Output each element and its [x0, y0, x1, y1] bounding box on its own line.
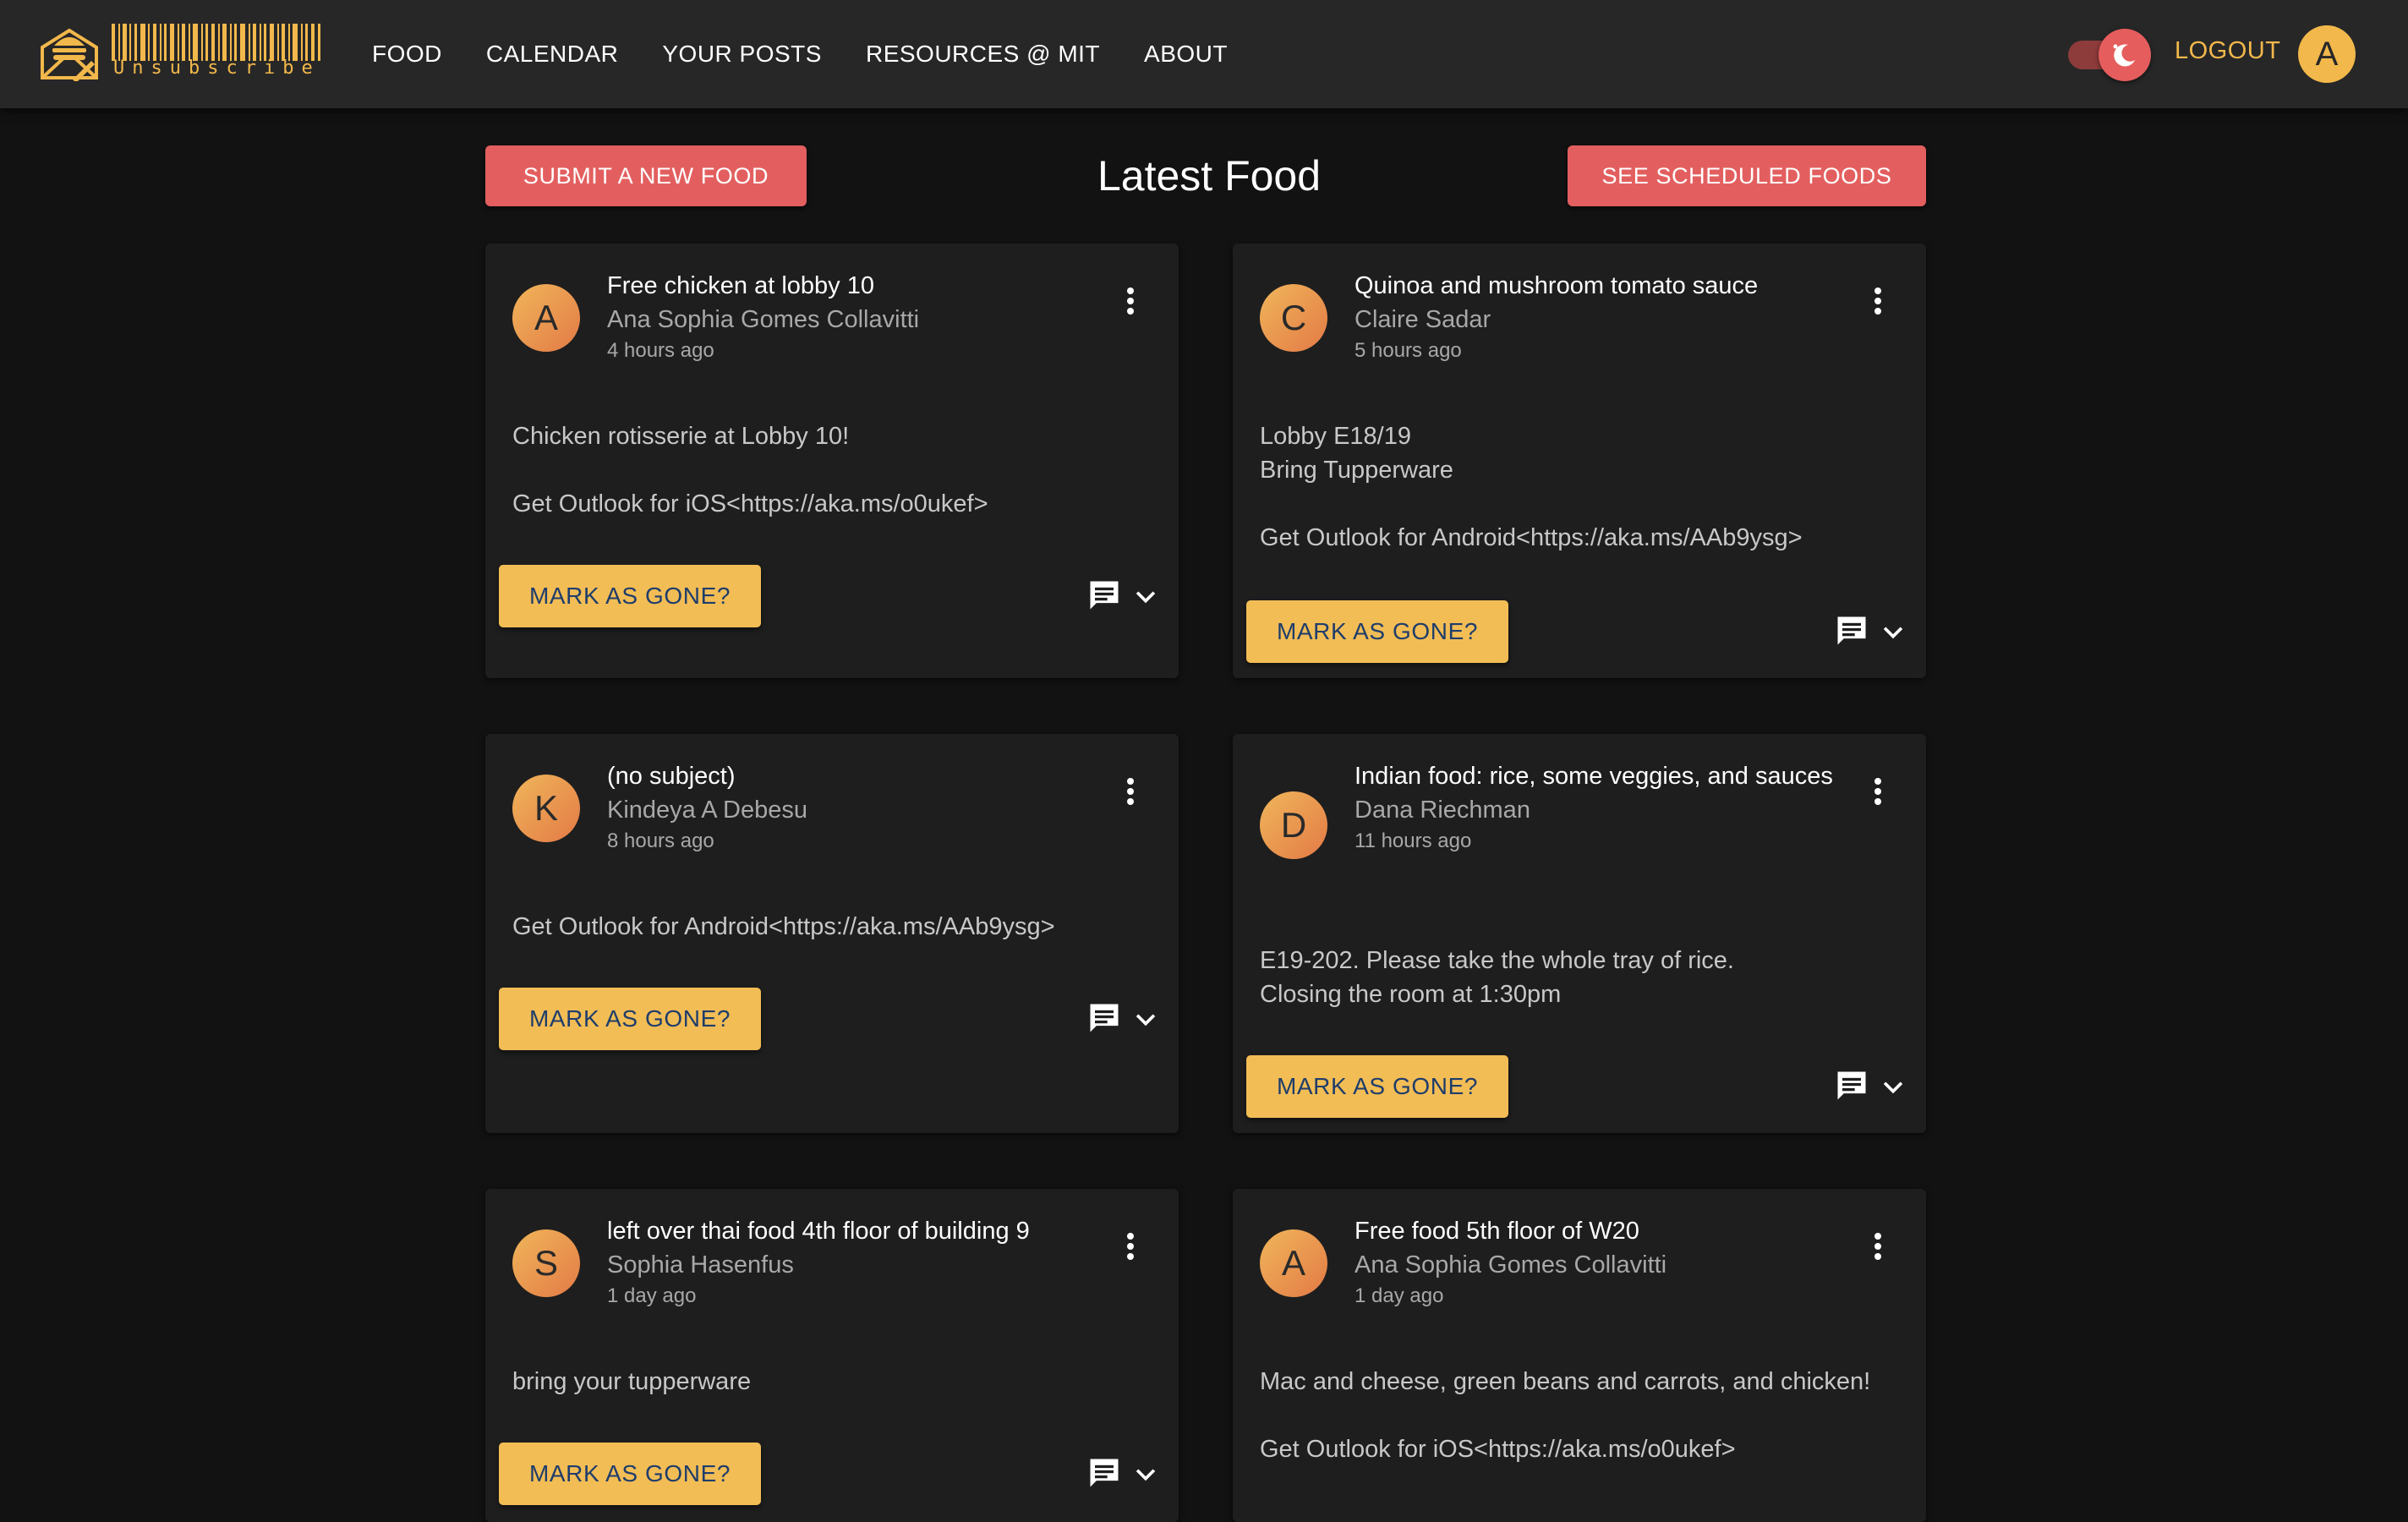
post-body-line: Chicken rotisserie at Lobby 10!: [512, 423, 850, 450]
food-post-card: A Free chicken at lobby 10 Ana Sophia Go…: [485, 244, 1179, 678]
more-vert-icon[interactable]: [1118, 775, 1143, 808]
envelope-burger-icon: [41, 28, 98, 81]
comment-icon[interactable]: [1086, 1454, 1123, 1492]
author-avatar: C: [1260, 284, 1327, 352]
post-body-line: Get Outlook for Android<https://aka.ms/A…: [512, 913, 1055, 940]
chevron-down-icon[interactable]: [1879, 617, 1907, 646]
author-avatar: D: [1260, 791, 1327, 859]
post-header: Free chicken at lobby 10 Ana Sophia Gome…: [607, 269, 1097, 365]
post-header: (no subject) Kindeya A Debesu 8 hours ag…: [607, 759, 1097, 856]
post-body: Lobby E18/19 Bring Tupperware Get Outloo…: [1260, 419, 1902, 555]
post-body-line: bring your tupperware: [512, 1368, 752, 1395]
moon-icon: [2113, 44, 2135, 67]
chevron-down-icon[interactable]: [1879, 1072, 1907, 1101]
post-body-line: Mac and cheese, green beans and carrots,…: [1260, 1368, 1871, 1395]
post-body-line: Closing the room at 1:30pm: [1260, 981, 1562, 1008]
nav-your-posts[interactable]: YOUR POSTS: [662, 36, 822, 73]
post-body-line: Get Outlook for iOS<https://aka.ms/o0uke…: [1260, 1436, 1736, 1463]
comment-icon[interactable]: [1833, 1067, 1870, 1104]
post-body-line: [512, 453, 1155, 487]
chevron-down-icon[interactable]: [1131, 1459, 1160, 1488]
logo-text: Unsubscribe: [113, 57, 320, 79]
post-body-line: E19-202. Please take the whole tray of r…: [1260, 947, 1734, 974]
comment-icon[interactable]: [1086, 577, 1123, 614]
food-post-card: D Indian food: rice, some veggies, and s…: [1233, 734, 1926, 1133]
mark-as-gone-button[interactable]: MARK AS GONE?: [499, 1443, 761, 1505]
post-time: 1 day ago: [1354, 1284, 1444, 1307]
author-avatar: S: [512, 1229, 580, 1297]
post-header: Free food 5th floor of W20 Ana Sophia Go…: [1354, 1214, 1845, 1311]
food-post-card: S left over thai food 4th floor of build…: [485, 1189, 1179, 1522]
post-time: 1 day ago: [607, 1284, 697, 1307]
nav-resources[interactable]: RESOURCES @ MIT: [866, 36, 1100, 73]
post-body-line: Get Outlook for Android<https://aka.ms/A…: [1260, 524, 1803, 551]
post-body-line: Bring Tupperware: [1260, 457, 1453, 484]
post-body: bring your tupperware: [512, 1365, 1155, 1399]
chevron-down-icon[interactable]: [1131, 582, 1160, 610]
logout-button[interactable]: LOGOUT: [2175, 37, 2280, 65]
mark-as-gone-button[interactable]: MARK AS GONE?: [1246, 1055, 1508, 1118]
page-title: Latest Food: [1097, 152, 1322, 200]
submit-food-button[interactable]: SUBMIT A NEW FOOD: [485, 145, 807, 206]
post-body: Mac and cheese, green beans and carrots,…: [1260, 1365, 1902, 1466]
chevron-down-icon[interactable]: [1131, 1005, 1160, 1033]
post-body: E19-202. Please take the whole tray of r…: [1260, 944, 1902, 1011]
post-title: (no subject): [607, 763, 736, 790]
post-body: Get Outlook for Android<https://aka.ms/A…: [512, 910, 1155, 944]
author-avatar: A: [1260, 1229, 1327, 1297]
post-header: Indian food: rice, some veggies, and sau…: [1354, 759, 1845, 856]
post-title: Quinoa and mushroom tomato sauce: [1354, 272, 1759, 299]
author-avatar: K: [512, 775, 580, 842]
post-time: 4 hours ago: [607, 339, 714, 362]
main-nav: FOOD CALENDAR YOUR POSTS RESOURCES @ MIT…: [372, 36, 1272, 73]
comment-icon[interactable]: [1086, 999, 1123, 1037]
app-bar: Unsubscribe FOOD CALENDAR YOUR POSTS RES…: [0, 0, 2408, 108]
post-body-line: Get Outlook for iOS<https://aka.ms/o0uke…: [512, 490, 988, 517]
nav-food[interactable]: FOOD: [372, 36, 442, 73]
more-vert-icon[interactable]: [1865, 775, 1891, 808]
post-body: Chicken rotisserie at Lobby 10! Get Outl…: [512, 419, 1155, 521]
more-vert-icon[interactable]: [1118, 1229, 1143, 1263]
post-title: left over thai food 4th floor of buildin…: [607, 1218, 1030, 1245]
mark-as-gone-button[interactable]: MARK AS GONE?: [499, 988, 761, 1050]
more-vert-icon[interactable]: [1118, 284, 1143, 318]
user-avatar[interactable]: A: [2298, 25, 2356, 83]
post-author: Ana Sophia Gomes Collavitti: [607, 306, 920, 333]
food-post-card: K (no subject) Kindeya A Debesu 8 hours …: [485, 734, 1179, 1133]
post-time: 5 hours ago: [1354, 339, 1462, 362]
nav-about[interactable]: ABOUT: [1144, 36, 1228, 73]
scheduled-foods-button[interactable]: SEE SCHEDULED FOODS: [1568, 145, 1926, 206]
food-post-card: A Free food 5th floor of W20 Ana Sophia …: [1233, 1189, 1926, 1522]
post-author: Dana Riechman: [1354, 797, 1530, 824]
food-post-card: C Quinoa and mushroom tomato sauce Clair…: [1233, 244, 1926, 678]
comment-icon[interactable]: [1833, 612, 1870, 649]
dark-mode-toggle[interactable]: [2066, 29, 2153, 81]
more-vert-icon[interactable]: [1865, 284, 1891, 318]
mark-as-gone-button[interactable]: MARK AS GONE?: [1246, 600, 1508, 663]
mark-as-gone-button[interactable]: MARK AS GONE?: [499, 565, 761, 627]
post-time: 11 hours ago: [1354, 829, 1472, 852]
author-avatar: A: [512, 284, 580, 352]
post-author: Sophia Hasenfus: [607, 1251, 794, 1278]
post-author: Claire Sadar: [1354, 306, 1491, 333]
toggle-knob: [2099, 29, 2151, 81]
post-author: Ana Sophia Gomes Collavitti: [1354, 1251, 1667, 1278]
post-author: Kindeya A Debesu: [607, 797, 808, 824]
post-header: left over thai food 4th floor of buildin…: [607, 1214, 1097, 1311]
post-body-line: [1260, 487, 1902, 521]
post-title: Indian food: rice, some veggies, and sau…: [1354, 763, 1833, 790]
post-title: Free food 5th floor of W20: [1354, 1218, 1639, 1245]
nav-calendar[interactable]: CALENDAR: [486, 36, 618, 73]
post-body-line: Lobby E18/19: [1260, 423, 1411, 450]
post-time: 8 hours ago: [607, 829, 714, 852]
barcode-graphic: [112, 24, 320, 61]
post-body-line: [1260, 1399, 1902, 1432]
unsubscribe-logo[interactable]: Unsubscribe: [39, 20, 323, 85]
post-title: Free chicken at lobby 10: [607, 272, 874, 299]
post-header: Quinoa and mushroom tomato sauce Claire …: [1354, 269, 1845, 365]
more-vert-icon[interactable]: [1865, 1229, 1891, 1263]
